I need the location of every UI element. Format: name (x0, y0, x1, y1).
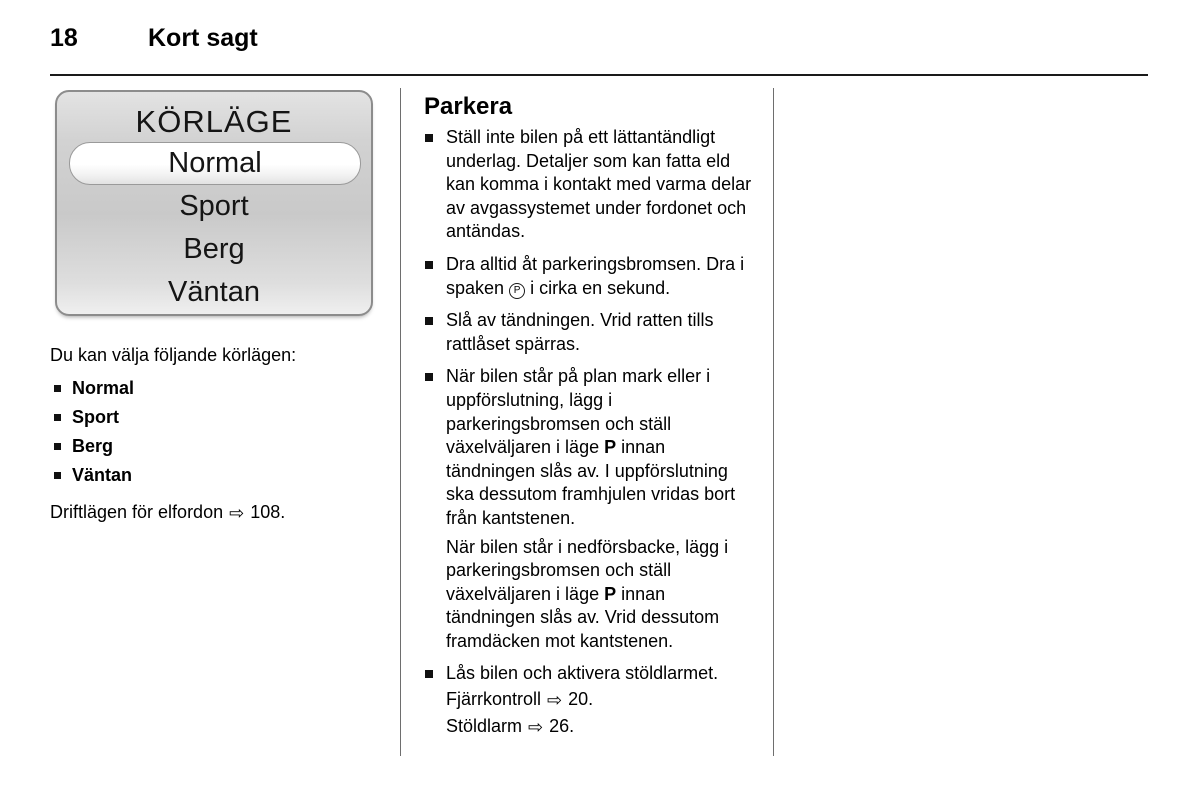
cross-reference-page: 26. (549, 715, 575, 736)
list-item-text: När bilen står på plan mark eller i uppf… (446, 366, 711, 458)
cross-reference-text: Stöldlarm (446, 715, 523, 736)
page-reference-arrow-icon: ⇨ (547, 690, 563, 711)
list-item: Normal (50, 374, 382, 403)
sub-paragraph-text: När bilen står i nedförsbacke, lägg i pa… (446, 536, 729, 604)
parkera-instruction-list: Ställ inte bilen på ett lättantändligt u… (424, 126, 756, 739)
list-item-text: Lås bilen och aktivera stöldlarmet. (446, 663, 719, 684)
list-item-label: Väntan (72, 465, 133, 485)
list-item: Ställ inte bilen på ett lättantändligt u… (424, 126, 756, 244)
list-item: När bilen står på plan mark eller i uppf… (424, 365, 756, 653)
cross-reference-elfordon: Driftlägen för elfordon ⇨ 108. (50, 499, 382, 526)
display-row-vantan: Väntan (168, 276, 260, 308)
square-bullet-icon (425, 317, 433, 326)
left-intro-text: Du kan välja följande körlägen: (50, 345, 297, 365)
list-item-text: Slå av tändningen. Vrid ratten tills rat… (446, 310, 714, 354)
cross-reference-stoldlarm: Stöldlarm ⇨ 26. (446, 715, 756, 740)
page-header: 18 Kort sagt (50, 22, 1148, 58)
square-bullet-icon (54, 414, 61, 421)
sub-paragraph-nedforsbacke: När bilen står i nedförsbacke, lägg i pa… (446, 536, 756, 654)
header-divider (50, 74, 1148, 76)
display-title: KÖRLÄGE (135, 104, 293, 139)
chapter-title: Kort sagt (148, 24, 258, 52)
square-bullet-icon (54, 443, 61, 450)
square-bullet-icon (425, 373, 433, 382)
list-item: Dra alltid åt parkeringsbromsen. Dra i s… (424, 253, 756, 300)
cross-reference-page: 108. (250, 502, 286, 522)
list-item-label: Berg (72, 436, 114, 456)
column-divider-right (773, 88, 774, 756)
gear-position-label: P (604, 437, 617, 458)
column-divider-left (400, 88, 401, 756)
drive-mode-list: Normal Sport Berg Väntan (50, 374, 382, 490)
square-bullet-icon (425, 260, 433, 269)
page-number: 18 (50, 24, 78, 52)
square-bullet-icon (54, 472, 61, 479)
parking-brake-circled-p-icon: P (509, 282, 526, 299)
list-item: Väntan (50, 461, 382, 490)
page-reference-arrow-icon: ⇨ (229, 503, 245, 523)
display-row-normal: Normal (69, 142, 361, 185)
square-bullet-icon (54, 385, 61, 392)
square-bullet-icon (425, 670, 433, 679)
display-row-berg: Berg (183, 233, 245, 265)
cross-reference-fjarrkontroll: Fjärrkontroll ⇨ 20. (446, 688, 756, 713)
drive-mode-display-illustration: KÖRLÄGE Normal Sport Berg Väntan (55, 90, 373, 316)
cross-reference-page: 20. (568, 689, 594, 710)
list-item: Berg (50, 432, 382, 461)
display-row-sport: Sport (179, 190, 249, 222)
left-column: KÖRLÄGE Normal Sport Berg Väntan Du kan … (50, 90, 382, 526)
page-reference-arrow-icon: ⇨ (528, 716, 544, 737)
list-item-text-after: i cirka en sekund. (530, 277, 671, 298)
list-item-text: Ställ inte bilen på ett lättantändligt u… (446, 127, 752, 242)
section-heading-parkera: Parkera (424, 93, 513, 120)
list-item: Slå av tändningen. Vrid ratten tills rat… (424, 309, 756, 356)
middle-column: Parkera Ställ inte bilen på ett lättantä… (424, 92, 756, 748)
list-item: Sport (50, 403, 382, 432)
cross-reference-text: Fjärrkontroll (446, 689, 542, 710)
list-item: Lås bilen och aktivera stöldlarmet. Fjär… (424, 662, 756, 739)
gear-position-label: P (604, 583, 617, 604)
display-row-list: Normal Sport Berg Väntan (57, 142, 371, 314)
list-item-label: Sport (72, 407, 119, 427)
list-item-label: Normal (72, 378, 135, 398)
cross-reference-text: Driftlägen för elfordon (50, 502, 224, 522)
square-bullet-icon (425, 134, 433, 142)
